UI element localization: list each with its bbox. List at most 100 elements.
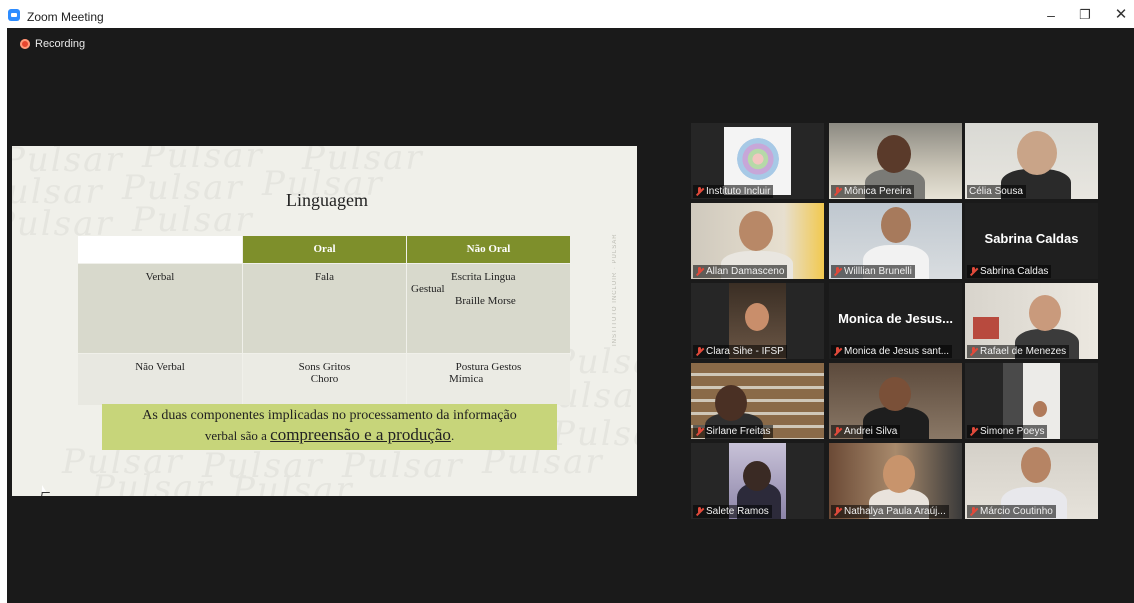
person-head xyxy=(745,303,769,331)
participant-tile[interactable]: Sirlane Freitas xyxy=(691,363,824,439)
watermark-text: Pulsar xyxy=(132,200,254,240)
participant-name: Simone Poeys xyxy=(980,426,1045,437)
language-table: Oral Não Oral Verbal Fala Escrita Lingua… xyxy=(78,236,570,405)
person-head xyxy=(1017,131,1057,175)
mouse-cursor-icon xyxy=(42,485,47,493)
muted-mic-icon xyxy=(695,507,704,516)
close-button[interactable]: ✕ xyxy=(1106,6,1134,24)
cell-line: Postura Gestos xyxy=(455,361,522,373)
participant-name: Sabrina Caldas xyxy=(980,266,1049,277)
shared-slide: Pulsar Pulsar Pulsar Pulsar Pulsar Pulsa… xyxy=(12,146,637,496)
participant-tile[interactable]: Allan Damasceno xyxy=(691,203,824,279)
muted-mic-icon xyxy=(695,187,704,196)
cell-nao-verbal-nao-oral: Postura Gestos Mímica xyxy=(406,353,570,405)
participant-tile[interactable]: Salete Ramos xyxy=(691,443,824,519)
muted-mic-icon xyxy=(833,427,842,436)
participant-name: Sirlane Freitas xyxy=(706,426,771,437)
cell-line: Escrita Lingua xyxy=(451,271,516,283)
zoom-app-icon xyxy=(8,9,20,21)
person-head xyxy=(1029,295,1061,331)
callout-line-1: As duas componentes implicadas no proces… xyxy=(142,408,517,423)
participant-name: Willlian Brunelli xyxy=(844,266,912,277)
participant-tile[interactable]: Nathalya Paula Araúj... xyxy=(829,443,962,519)
watermark-text: Pulsar xyxy=(342,446,464,486)
participant-name-tag: Nathalya Paula Araúj... xyxy=(831,505,949,518)
person-head xyxy=(883,455,915,493)
participant-tile[interactable]: Mônica Pereira xyxy=(829,123,962,199)
participant-name-tag: Sabrina Caldas xyxy=(967,265,1052,278)
participant-name-tag: Simone Poeys xyxy=(967,425,1048,438)
person-head xyxy=(743,461,771,491)
participant-display-name: Monica de Jesus... xyxy=(838,311,953,326)
participant-name-tag: Rafael de Menezes xyxy=(967,345,1070,358)
logo-icon xyxy=(737,138,779,180)
participant-name: Salete Ramos xyxy=(706,506,769,517)
table-header-nao-oral: Não Oral xyxy=(406,236,570,263)
participant-name: Monica de Jesus sant... xyxy=(844,346,950,357)
slide-callout: As duas componentes implicadas no proces… xyxy=(102,404,557,450)
muted-mic-icon xyxy=(833,347,842,356)
table-header-oral: Oral xyxy=(242,236,406,263)
participant-name: Célia Sousa xyxy=(969,186,1023,197)
muted-mic-icon xyxy=(833,267,842,276)
cell-line: Choro xyxy=(310,373,339,385)
participant-name-tag: Allan Damasceno xyxy=(693,265,788,278)
participant-tile[interactable]: Instituto Incluir xyxy=(691,123,824,199)
watermark-text: Pulsar xyxy=(92,468,214,496)
participant-name-tag: Clara Sihe - IFSP xyxy=(693,345,787,358)
person-head xyxy=(1021,447,1051,483)
cell-nao-verbal-oral: Sons Gritos Choro xyxy=(242,353,406,405)
participant-tile[interactable]: Willlian Brunelli xyxy=(829,203,962,279)
participant-gallery: Instituto Incluir Mônica Pereira Célia S… xyxy=(691,123,1102,519)
participant-name-tag: Márcio Coutinho xyxy=(967,505,1056,518)
participant-name-tag: Salete Ramos xyxy=(693,505,772,518)
participant-name: Márcio Coutinho xyxy=(980,506,1053,517)
slide-title: Linguagem xyxy=(286,190,368,210)
participant-name-tag: Willlian Brunelli xyxy=(831,265,915,278)
row-label-nao-verbal: Não Verbal xyxy=(78,353,242,405)
muted-mic-icon xyxy=(695,267,704,276)
cell-line: Sons Gritos xyxy=(298,361,351,373)
participant-tile[interactable]: Monica de Jesus... Monica de Jesus sant.… xyxy=(829,283,962,359)
participant-name: Clara Sihe - IFSP xyxy=(706,346,784,357)
muted-mic-icon xyxy=(969,427,978,436)
participant-tile-active-speaker[interactable]: Célia Sousa xyxy=(965,123,1098,199)
participant-name: Instituto Incluir xyxy=(706,186,771,197)
participant-name-tag: Andrei Silva xyxy=(831,425,901,438)
participant-tile[interactable]: Simone Poeys xyxy=(965,363,1098,439)
person-head xyxy=(715,385,747,421)
participant-name-tag: Instituto Incluir xyxy=(693,185,774,198)
participant-tile[interactable]: Clara Sihe - IFSP xyxy=(691,283,824,359)
cell-verbal-oral: Fala xyxy=(242,263,406,353)
recording-dot-icon xyxy=(20,39,30,49)
callout-suffix: . xyxy=(450,428,455,443)
participant-tile[interactable]: Sabrina Caldas Sabrina Caldas xyxy=(965,203,1098,279)
participant-name-tag: Sirlane Freitas xyxy=(693,425,774,438)
table-row: Verbal Fala Escrita Lingua Gestual Brail… xyxy=(78,263,570,353)
participant-tile[interactable]: Márcio Coutinho xyxy=(965,443,1098,519)
participant-name: Allan Damasceno xyxy=(706,266,785,277)
watermark-text: Pulsar xyxy=(232,470,354,496)
participant-name-tag: Célia Sousa xyxy=(967,185,1026,198)
background-object xyxy=(973,317,999,339)
muted-mic-icon xyxy=(969,267,978,276)
cell-line: Gestual xyxy=(411,283,445,295)
table-header-row: Oral Não Oral xyxy=(78,236,570,263)
participant-tile[interactable]: Rafael de Menezes xyxy=(965,283,1098,359)
muted-mic-icon xyxy=(969,347,978,356)
recording-label: Recording xyxy=(35,38,86,50)
participant-tile[interactable]: Andrei Silva xyxy=(829,363,962,439)
cell-verbal-nao-oral: Escrita Lingua Gestual Braille Morse xyxy=(406,263,570,353)
person-head xyxy=(739,211,773,251)
person-head xyxy=(879,377,911,411)
cell-line: Braille Morse xyxy=(455,295,516,307)
muted-mic-icon xyxy=(695,427,704,436)
person-head xyxy=(877,135,911,173)
row-label-verbal: Verbal xyxy=(78,263,242,353)
person-head xyxy=(881,207,911,243)
maximize-button[interactable]: ❐ xyxy=(1070,6,1100,24)
recording-indicator[interactable]: Recording xyxy=(20,38,85,50)
muted-mic-icon xyxy=(833,507,842,516)
title-bar: Zoom Meeting – ❐ ✕ xyxy=(0,0,1134,28)
minimize-button[interactable]: – xyxy=(1036,6,1066,24)
